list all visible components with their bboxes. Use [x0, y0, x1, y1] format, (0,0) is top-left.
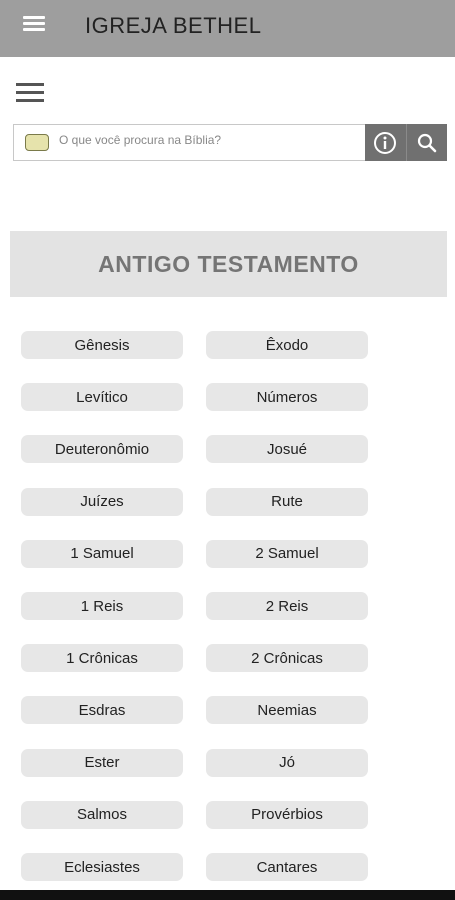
- book-button[interactable]: Eclesiastes: [21, 853, 183, 881]
- book-button[interactable]: Números: [206, 383, 368, 412]
- book-button[interactable]: 2 Samuel: [206, 539, 368, 568]
- search-input[interactable]: [59, 129, 364, 151]
- search-icon: [417, 133, 437, 152]
- book-button[interactable]: 2 Reis: [206, 592, 368, 620]
- book-button[interactable]: 1 Reis: [21, 592, 183, 620]
- book-button[interactable]: 1 Crônicas: [21, 644, 183, 673]
- book-button[interactable]: Salmos: [21, 800, 183, 829]
- app-bar: IGREJA BETHEL: [0, 0, 455, 57]
- book-button[interactable]: 2 Crônicas: [206, 644, 368, 673]
- section-title: ANTIGO TESTAMENTO: [98, 250, 359, 277]
- search-bar: [13, 124, 447, 161]
- book-button[interactable]: Ester: [21, 748, 183, 777]
- book-button[interactable]: Deuteronômio: [21, 435, 183, 464]
- search-button[interactable]: [405, 124, 448, 161]
- book-button[interactable]: Esdras: [21, 696, 183, 725]
- info-icon: [374, 131, 397, 154]
- system-nav-bar: [0, 890, 455, 900]
- book-button[interactable]: Cantares: [206, 853, 368, 881]
- book-button[interactable]: Rute: [206, 487, 368, 516]
- book-button[interactable]: Juízes: [21, 487, 183, 516]
- hamburger-menu-icon[interactable]: [23, 16, 45, 32]
- section-header: ANTIGO TESTAMENTO: [10, 231, 447, 297]
- book-button[interactable]: 1 Samuel: [21, 539, 183, 568]
- book-button[interactable]: Gênesis: [21, 331, 183, 359]
- book-button[interactable]: Provérbios: [206, 800, 368, 829]
- info-button[interactable]: [365, 124, 406, 161]
- book-button[interactable]: Levítico: [21, 383, 183, 412]
- book-button[interactable]: Josué: [206, 435, 368, 464]
- app-title: IGREJA BETHEL: [85, 13, 262, 38]
- page-menu-icon[interactable]: [16, 83, 44, 103]
- search-buttons: [365, 124, 447, 161]
- book-button[interactable]: Jó: [206, 748, 368, 777]
- book-button[interactable]: Êxodo: [206, 331, 368, 359]
- book-button[interactable]: Neemias: [206, 696, 368, 725]
- book-icon: [25, 134, 49, 151]
